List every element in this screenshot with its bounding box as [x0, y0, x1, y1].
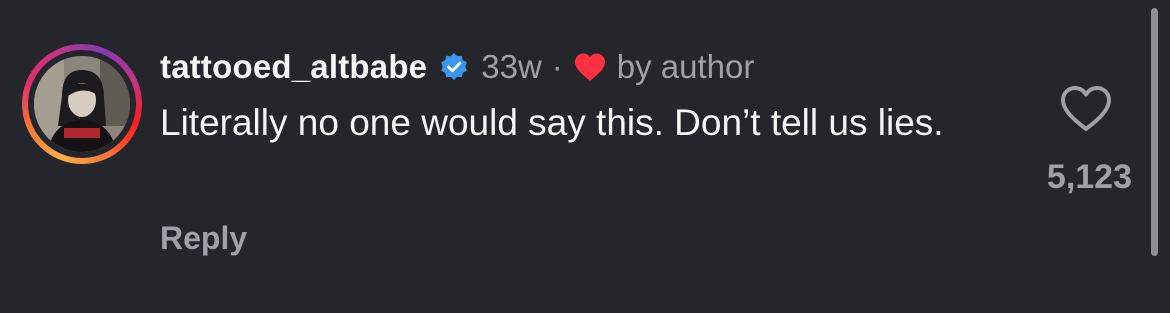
heart-outline-icon — [1061, 86, 1111, 131]
like-button[interactable] — [1058, 84, 1114, 134]
like-count: 5,123 — [1046, 158, 1132, 196]
separator-dot: · — [551, 48, 563, 85]
liked-by-author-label: by author — [616, 48, 755, 85]
comment-age: 33w — [481, 48, 542, 85]
comment-text: Literally no one would say this. Don’t t… — [160, 102, 944, 143]
comment: tattooed_altbabe 33w · by author Literal… — [0, 0, 1170, 313]
scrollbar[interactable] — [1151, 8, 1158, 256]
avatar-photo — [34, 56, 130, 152]
reply-button[interactable]: Reply — [160, 220, 247, 257]
avatar[interactable] — [34, 56, 130, 152]
comment-header: tattooed_altbabe 33w · by author — [160, 44, 754, 90]
avatar-story-ring[interactable] — [22, 44, 142, 164]
username[interactable]: tattooed_altbabe — [160, 48, 427, 86]
author-heart-icon — [573, 52, 607, 82]
verified-badge-icon — [439, 52, 469, 82]
